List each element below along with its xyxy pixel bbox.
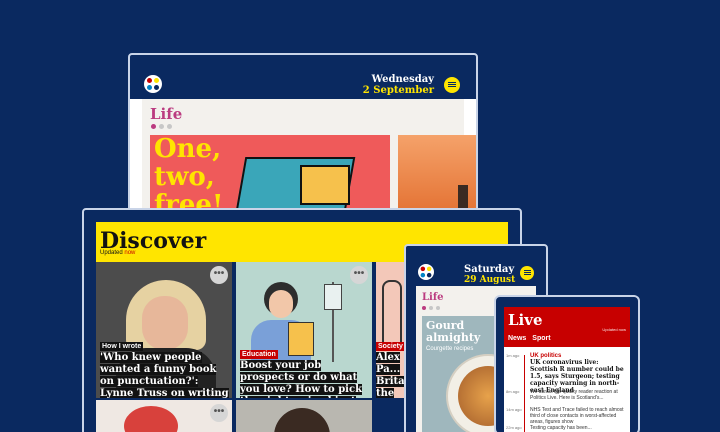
- more-options-icon[interactable]: •••: [210, 404, 228, 422]
- menu-icon[interactable]: [520, 266, 534, 280]
- entry-time: 8m ago: [506, 389, 520, 394]
- more-options-icon[interactable]: •••: [210, 266, 228, 284]
- tile-kicker: How I wrote: [100, 342, 144, 351]
- live-tabs: News Sport: [508, 335, 551, 342]
- timeline-line: [524, 355, 525, 432]
- date-day: Wednesday: [371, 74, 434, 85]
- more-options-icon[interactable]: •••: [350, 266, 368, 284]
- updated-label: Updated now: [602, 327, 626, 332]
- discover-tile[interactable]: ••• Education Boost your job prospects o…: [236, 262, 372, 398]
- discover-tile[interactable]: ••• How I wrote 'Who knew people wanted …: [96, 262, 232, 398]
- section-title: Life: [150, 105, 183, 123]
- feature-card[interactable]: One, two, free!: [150, 135, 390, 213]
- life-section: Life One, two, free!: [142, 99, 476, 213]
- sunset-card[interactable]: [398, 135, 476, 211]
- apple-image: [124, 406, 178, 432]
- live-feed: 1m ago UK politics UK coronavirus live: …: [504, 349, 630, 432]
- feed-entry[interactable]: 22m ago Testing capacity has been...: [506, 425, 626, 431]
- live-header: Live Updated now News Sport: [504, 307, 630, 347]
- tab-sport[interactable]: Sport: [532, 335, 550, 342]
- entry-time: 22m ago: [506, 425, 522, 430]
- phone-screen: Live Updated now News Sport 1m ago UK po…: [504, 307, 630, 432]
- guardian-logo-icon[interactable]: [418, 264, 434, 280]
- book-illustration-2: [300, 165, 350, 205]
- entry-body: NHS Test and Trace failed to reach almos…: [530, 407, 624, 425]
- updated-label: Updated now: [100, 250, 136, 256]
- menu-icon[interactable]: [444, 77, 460, 93]
- entry-time: 1m ago: [506, 353, 520, 358]
- feed-entry[interactable]: 1m ago UK politics UK coronavirus live: …: [506, 353, 626, 394]
- page-indicator: [422, 306, 440, 310]
- guardian-logo-icon[interactable]: [144, 75, 162, 93]
- portrait-image: [274, 408, 330, 432]
- entry-body: We attract top-quality reader reaction a…: [530, 389, 618, 401]
- entry-time: 14m ago: [506, 407, 522, 412]
- discover-tile[interactable]: •••: [96, 400, 232, 432]
- tile-kicker: Education: [240, 350, 278, 359]
- phone-device: Live Updated now News Sport 1m ago UK po…: [494, 295, 640, 432]
- tile-kicker: Society: [376, 342, 405, 351]
- date-day: Saturday: [464, 264, 515, 275]
- back-tablet-device: Wednesday 2 September Life One, two, fre…: [128, 53, 478, 213]
- discover-tile[interactable]: [236, 400, 372, 432]
- feature-headline: One, two, free!: [154, 135, 224, 213]
- tab-news[interactable]: News: [508, 335, 526, 342]
- entry-body: Testing capacity has been...: [530, 425, 592, 431]
- skeleton-illustration: [382, 280, 402, 350]
- app-header: Wednesday 2 September: [130, 55, 476, 99]
- illustration-face: [269, 290, 293, 318]
- drip-bag: [324, 284, 342, 310]
- page-title: Live: [508, 311, 543, 329]
- portrait-face: [142, 296, 188, 350]
- feed-entry[interactable]: 8m ago We attract top-quality reader rea…: [506, 389, 626, 401]
- card-subtext: Courgette recipes: [426, 346, 474, 352]
- feed-entry[interactable]: 14m ago NHS Test and Trace failed to rea…: [506, 407, 626, 425]
- tile-headline: 'Who knew people wanted a funny book on …: [100, 352, 232, 398]
- clipboard-icon: [288, 322, 314, 356]
- date-full: 2 September: [362, 85, 434, 96]
- section-title: Life: [422, 292, 444, 303]
- page-indicator: [151, 124, 172, 129]
- tile-headline: Boost your job prospects or do what you …: [240, 360, 372, 398]
- date-full: 29 August: [464, 275, 516, 285]
